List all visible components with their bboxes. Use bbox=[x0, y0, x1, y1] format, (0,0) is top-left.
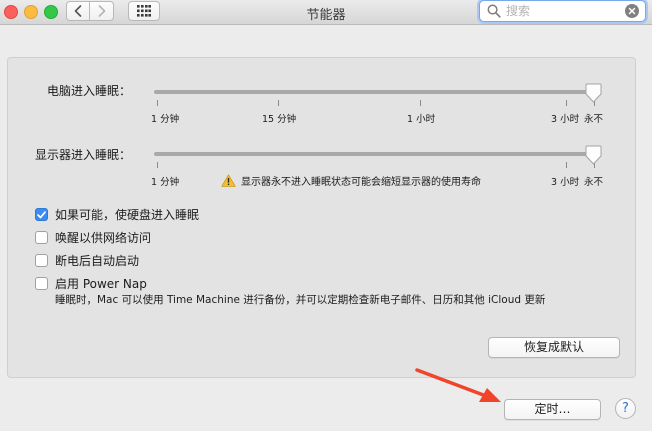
display-warning-text: 显示器永不进入睡眠状态可能会缩短显示器的使用寿命 bbox=[241, 177, 481, 188]
tick-label-3hours: 3 小时 bbox=[551, 177, 580, 188]
checkmark-icon bbox=[37, 210, 46, 218]
computer-sleep-slider-knob[interactable] bbox=[585, 83, 602, 103]
checkbox[interactable] bbox=[35, 277, 48, 290]
display-sleep-slider[interactable] bbox=[154, 152, 594, 156]
checkbox[interactable] bbox=[35, 208, 48, 221]
title-bar: 节能器 bbox=[0, 0, 652, 25]
checkbox[interactable] bbox=[35, 231, 48, 244]
slider-tick bbox=[278, 100, 279, 106]
tick-label-1min: 1 分钟 bbox=[151, 114, 180, 125]
computer-sleep-slider[interactable] bbox=[154, 90, 594, 94]
tick-label-15min: 15 分钟 bbox=[262, 114, 297, 125]
search-input[interactable] bbox=[506, 3, 618, 19]
checkbox-label: 如果可能，使硬盘进入睡眠 bbox=[55, 208, 200, 222]
display-sleep-slider-knob[interactable] bbox=[585, 145, 602, 165]
clear-search-button[interactable] bbox=[625, 4, 639, 18]
display-sleep-label: 显示器进入睡眠： bbox=[35, 148, 132, 162]
option-power-nap[interactable]: 启用 Power Nap bbox=[35, 275, 147, 292]
restore-defaults-button[interactable]: 恢复成默认 bbox=[488, 337, 620, 358]
computer-sleep-label: 电脑进入睡眠： bbox=[47, 84, 132, 98]
display-warning: 显示器永不进入睡眠状态可能会缩短显示器的使用寿命 bbox=[221, 173, 481, 188]
tick-label-1min: 1 分钟 bbox=[151, 177, 180, 188]
checkbox[interactable] bbox=[35, 254, 48, 267]
slider-tick bbox=[157, 100, 158, 106]
slider-tick bbox=[566, 162, 567, 168]
annotation-arrow bbox=[415, 368, 501, 402]
clear-icon bbox=[628, 7, 636, 15]
tick-label-never: 永不 bbox=[584, 114, 604, 125]
slider-tick bbox=[566, 100, 567, 106]
schedule-button[interactable]: 定时… bbox=[504, 399, 601, 420]
tick-label-never: 永不 bbox=[584, 177, 604, 188]
warning-icon bbox=[221, 174, 236, 187]
slider-tick bbox=[420, 100, 421, 106]
help-button[interactable]: ? bbox=[615, 398, 636, 419]
option-wake-network[interactable]: 唤醒以供网络访问 bbox=[35, 229, 151, 246]
power-nap-description: 睡眠时，Mac 可以使用 Time Machine 进行备份，并可以定期检查新电… bbox=[55, 294, 546, 306]
option-auto-restart[interactable]: 断电后自动启动 bbox=[35, 252, 139, 269]
checkbox-label: 断电后自动启动 bbox=[55, 254, 140, 268]
slider-tick bbox=[157, 162, 158, 168]
tick-label-3hours: 3 小时 bbox=[551, 114, 580, 125]
checkbox-label: 唤醒以供网络访问 bbox=[55, 231, 152, 245]
option-hard-disk-sleep[interactable]: 如果可能，使硬盘进入睡眠 bbox=[35, 206, 199, 223]
tick-label-1hour: 1 小时 bbox=[407, 114, 436, 125]
search-icon bbox=[487, 4, 501, 18]
checkbox-label: 启用 Power Nap bbox=[55, 277, 147, 291]
search-field[interactable] bbox=[479, 0, 646, 22]
